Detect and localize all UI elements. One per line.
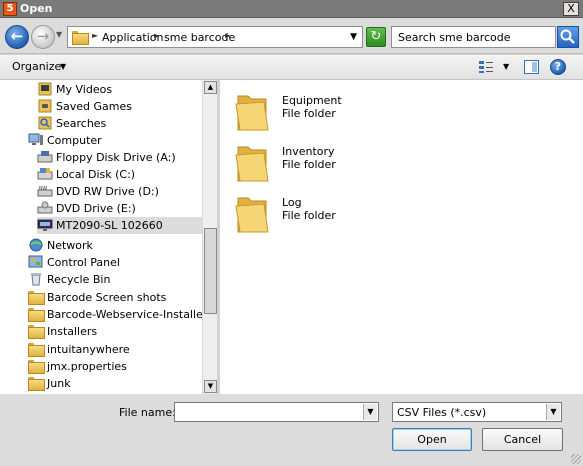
nav-item-intuitanywhere[interactable]: intuitanywhere — [28, 341, 202, 358]
nav-item-searches[interactable]: Searches — [37, 115, 197, 132]
window-title: Open — [20, 2, 53, 15]
folder-icon — [28, 307, 45, 322]
nav-item-network[interactable]: Network — [28, 237, 198, 254]
folder-icon — [28, 290, 45, 305]
organize-button[interactable]: Organize — [12, 60, 61, 73]
file-name: Inventory — [282, 145, 335, 158]
nav-item-barcode-screen-shots[interactable]: Barcode Screen shots — [28, 289, 202, 306]
file-item-equipment[interactable]: Equipment File folder — [234, 90, 434, 138]
title-bar: 5 Open X — [0, 0, 583, 18]
nav-item-jmx-properties[interactable]: jmx.properties — [28, 358, 202, 375]
scroll-up-icon[interactable]: ▲ — [204, 81, 217, 94]
folder-icon — [235, 95, 269, 131]
open-button[interactable]: Open — [392, 428, 472, 451]
computer-icon — [28, 133, 44, 147]
chevron-down-icon[interactable]: ▼ — [60, 62, 66, 71]
chevron-right-icon[interactable]: ► — [154, 31, 160, 40]
refresh-button[interactable]: ↻ — [366, 27, 386, 47]
folder-icon — [28, 342, 45, 357]
nav-item-dvd-drive[interactable]: DVD Drive (E:) — [37, 200, 197, 217]
file-type-select[interactable]: CSV Files (*.csv) ▼ — [392, 402, 562, 422]
folder-icon — [28, 376, 45, 391]
recycle-bin-icon — [28, 272, 44, 286]
folder-icon — [72, 30, 89, 45]
scroll-down-icon[interactable]: ▼ — [204, 380, 217, 393]
network-drive-icon — [37, 218, 53, 232]
control-panel-icon — [28, 255, 44, 269]
folder-icon — [28, 359, 45, 374]
address-row: ← → ▼ ► Application ► sme barcode ► ▼ ↻ … — [0, 18, 583, 54]
dvd-drive-icon — [37, 201, 53, 215]
search-button[interactable] — [557, 26, 579, 48]
address-bar[interactable]: ► Application ► sme barcode ► ▼ — [67, 26, 363, 48]
nav-item-saved-games[interactable]: Saved Games — [37, 98, 197, 115]
nav-item-control-panel[interactable]: Control Panel — [28, 254, 198, 271]
file-name: Equipment — [282, 94, 342, 107]
dvd-rw-drive-icon: RW — [37, 184, 53, 198]
saved-games-folder-icon — [37, 99, 53, 113]
dialog-footer: File name: ▼ CSV Files (*.csv) ▼ Open Ca… — [0, 394, 583, 466]
local-disk-icon — [37, 167, 53, 181]
videos-folder-icon — [37, 82, 53, 96]
cancel-button[interactable]: Cancel — [482, 428, 563, 451]
file-item-inventory[interactable]: Inventory File folder — [234, 141, 434, 189]
chevron-right-icon[interactable]: ► — [225, 31, 231, 40]
chevron-right-icon[interactable]: ► — [92, 31, 98, 40]
search-icon — [560, 29, 575, 44]
file-name-label: File name: — [119, 406, 176, 419]
back-button[interactable]: ← — [5, 25, 29, 49]
search-input[interactable]: Search sme barcode — [391, 26, 556, 48]
file-name-input[interactable]: ▼ — [174, 402, 379, 422]
nav-item-installers[interactable]: Installers — [28, 323, 202, 340]
file-type: File folder — [282, 158, 336, 171]
nav-item-floppy-disk-drive[interactable]: Floppy Disk Drive (A:) — [37, 149, 197, 166]
address-dropdown-icon[interactable]: ▼ — [350, 32, 357, 42]
preview-pane-icon[interactable] — [524, 60, 539, 74]
navigation-pane[interactable]: My Videos Saved Games Searches Computer … — [0, 80, 202, 394]
file-item-log[interactable]: Log File folder — [234, 192, 434, 240]
resize-grip-icon[interactable] — [571, 454, 581, 464]
nav-item-computer[interactable]: Computer — [28, 132, 198, 149]
file-type: File folder — [282, 209, 336, 222]
nav-item-mt2090-sl[interactable]: MT2090-SL 102660 — [37, 217, 202, 234]
file-name: Log — [282, 196, 302, 209]
views-icon[interactable] — [478, 60, 494, 74]
folder-icon — [235, 197, 269, 233]
toolbar: Organize ▼ ▼ ? — [0, 55, 583, 80]
nav-item-local-disk[interactable]: Local Disk (C:) — [37, 166, 197, 183]
nav-item-junk[interactable]: Junk — [28, 375, 202, 392]
file-name-dropdown-icon[interactable]: ▼ — [363, 404, 377, 420]
file-type-dropdown-icon[interactable]: ▼ — [546, 404, 560, 420]
history-dropdown-icon[interactable]: ▼ — [56, 30, 65, 39]
network-icon — [28, 238, 44, 252]
nav-item-barcode-webservice-installers[interactable]: Barcode-Webservice-Installers — [28, 306, 202, 323]
folder-icon — [28, 324, 45, 339]
floppy-drive-icon — [37, 150, 53, 164]
forward-button[interactable]: → — [31, 25, 55, 49]
nav-item-dvd-rw-drive[interactable]: RW DVD RW Drive (D:) — [37, 183, 197, 200]
app-icon: 5 — [3, 2, 17, 16]
search-placeholder: Search sme barcode — [398, 31, 511, 44]
close-button[interactable]: X — [563, 2, 579, 16]
folder-icon — [235, 146, 269, 182]
nav-item-my-videos[interactable]: My Videos — [37, 81, 197, 98]
help-icon[interactable]: ? — [550, 59, 566, 75]
views-dropdown-icon[interactable]: ▼ — [503, 62, 509, 71]
svg-text:RW: RW — [39, 186, 47, 192]
nav-item-recycle-bin[interactable]: Recycle Bin — [28, 271, 198, 288]
scroll-thumb[interactable] — [204, 228, 217, 314]
file-list-pane[interactable]: Equipment File folder Inventory File fol… — [220, 80, 583, 394]
file-type-value: CSV Files (*.csv) — [397, 406, 487, 419]
nav-scrollbar[interactable]: ▲ ▼ — [202, 80, 217, 394]
file-type: File folder — [282, 107, 336, 120]
searches-folder-icon — [37, 116, 53, 130]
